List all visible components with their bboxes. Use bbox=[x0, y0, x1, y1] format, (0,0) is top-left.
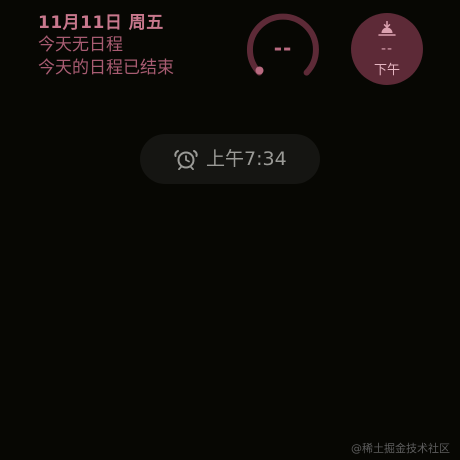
gauge-indicator-dot bbox=[255, 66, 264, 75]
sunset-complication[interactable]: -- 下午 bbox=[351, 13, 423, 85]
no-events-label: 今天无日程 bbox=[38, 35, 123, 55]
gauge-value: -- bbox=[273, 36, 293, 60]
watermark-text: @稀土掘金技术社区 bbox=[351, 442, 450, 455]
alarm-clock-icon bbox=[174, 150, 198, 170]
sunset-period: 下午 bbox=[373, 63, 400, 78]
alarm-pill[interactable]: 上午7:34 bbox=[140, 134, 320, 184]
alarm-time: 上午7:34 bbox=[206, 148, 287, 170]
sunset-icon bbox=[378, 21, 396, 36]
date-label: 11月11日 周五 bbox=[38, 13, 164, 33]
calendar-complication[interactable]: 11月11日 周五 今天无日程 今天的日程已结束 bbox=[38, 12, 218, 80]
events-ended-label: 今天的日程已结束 bbox=[38, 58, 174, 78]
sunset-value: -- bbox=[380, 41, 394, 57]
ring-gauge-complication[interactable]: -- bbox=[246, 12, 320, 86]
